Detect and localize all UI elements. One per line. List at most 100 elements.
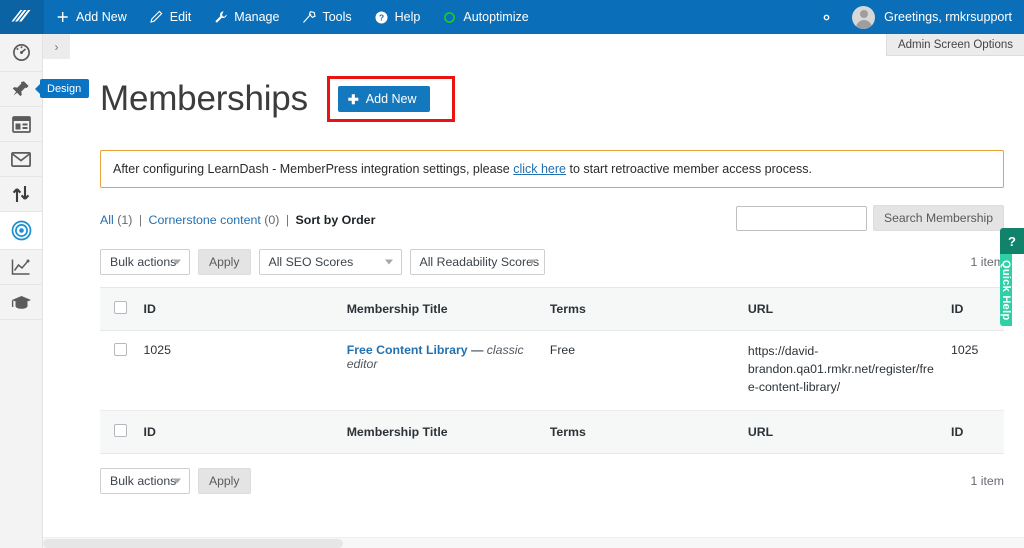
adminbar-item-manage[interactable]: Manage xyxy=(202,0,290,34)
notice-text-after: to start retroactive member access proce… xyxy=(566,162,812,176)
chevron-down-icon xyxy=(527,259,536,265)
cell-url: https://david-brandon.qa01.rmkr.net/regi… xyxy=(739,330,944,412)
apply-button-bottom[interactable]: Apply xyxy=(198,468,251,495)
admin-sidebar-rail xyxy=(0,34,43,548)
add-new-highlight-box: ✚ Add New xyxy=(326,76,455,122)
sidebar-item-updates[interactable] xyxy=(0,177,42,212)
envelope-icon xyxy=(11,151,31,167)
column-header-id-2[interactable]: ID xyxy=(943,287,1004,331)
adminbar-item-tools[interactable]: Tools xyxy=(290,0,362,34)
adminbar-item-help[interactable]: ? Help xyxy=(363,0,432,34)
cell-id: 1025 xyxy=(135,330,339,412)
quick-help-tab[interactable]: ? Quick Help xyxy=(1000,228,1024,326)
column-footer-url[interactable]: URL xyxy=(739,410,944,455)
status-filter-links: All (1) | Cornerstone content (0) | Sort… xyxy=(100,205,375,227)
adminbar-right-group: Greetings, rmkrsupport xyxy=(805,0,1024,34)
seo-scores-select[interactable]: All SEO Scores xyxy=(258,249,402,275)
sidebar-item-courses[interactable] xyxy=(0,285,42,320)
horizontal-scrollbar-thumb[interactable] xyxy=(43,539,343,548)
apply-button-top[interactable]: Apply xyxy=(198,249,251,275)
sidebar-item-mail[interactable] xyxy=(0,142,42,177)
integration-notice: After configuring LearnDash - MemberPres… xyxy=(100,150,1004,188)
pencil-icon xyxy=(149,10,164,25)
column-header-membership-title[interactable]: Membership Title xyxy=(338,287,542,331)
filter-count-all: (1) xyxy=(117,213,133,227)
column-footer-membership-title[interactable]: Membership Title xyxy=(338,410,542,455)
membership-title-link[interactable]: Free Content Library xyxy=(347,343,468,357)
cell-terms: Free xyxy=(541,330,740,412)
design-tooltip: Design xyxy=(34,79,90,98)
avatar xyxy=(852,5,876,29)
admin-screen-options-label: Admin Screen Options xyxy=(897,38,1013,51)
bulk-actions-select-bottom[interactable]: Bulk actions xyxy=(100,468,190,495)
table-row: 1025 Free Content Library — classic edit… xyxy=(100,330,1004,412)
content-wrap: Memberships ✚ Add New After configuring … xyxy=(43,34,1024,495)
sidebar-item-dashboard[interactable] xyxy=(0,34,42,72)
notice-text-before: After configuring LearnDash - MemberPres… xyxy=(113,162,514,176)
notice-click-here-link[interactable]: click here xyxy=(513,162,566,176)
page-header: Memberships ✚ Add New xyxy=(100,34,1004,122)
sidebar-collapse-toggle[interactable]: › xyxy=(43,34,70,59)
column-footer-terms[interactable]: Terms xyxy=(541,410,740,455)
select-all-header xyxy=(100,287,136,331)
adminbar-item-autoptimize[interactable]: Autoptimize xyxy=(431,0,539,34)
filter-link-sort-by-order[interactable]: Sort by Order xyxy=(296,213,376,227)
layout-icon xyxy=(11,115,31,133)
filters-and-search-row: All (1) | Cornerstone content (0) | Sort… xyxy=(100,205,1004,231)
sidebar-item-analytics[interactable] xyxy=(0,250,42,285)
column-footer-id[interactable]: ID xyxy=(135,410,339,455)
search-membership-button[interactable]: Search Membership xyxy=(872,205,1004,231)
chevron-down-icon xyxy=(173,259,181,265)
filter-link-all[interactable]: All xyxy=(100,213,114,227)
adminbar-item-edit[interactable]: Edit xyxy=(138,0,203,34)
main-content: Memberships ✚ Add New After configuring … xyxy=(43,34,1024,548)
column-header-id[interactable]: ID xyxy=(135,287,339,331)
select-all-checkbox-top[interactable] xyxy=(114,301,127,314)
bulk-actions-select-top[interactable]: Bulk actions xyxy=(100,249,190,275)
bulk-actions-select-bottom-label: Bulk actions xyxy=(110,474,177,489)
sidebar-item-pages[interactable] xyxy=(0,107,42,142)
gear-icon[interactable] xyxy=(805,9,848,26)
column-footer-id-2[interactable]: ID xyxy=(943,410,1004,455)
up-down-arrows-icon xyxy=(11,185,31,203)
table-foot: ID Membership Title Terms URL ID xyxy=(100,410,1004,455)
horizontal-scrollbar[interactable] xyxy=(43,537,1024,548)
table-header-row: ID Membership Title Terms URL ID xyxy=(100,287,1004,331)
quick-help-question-icon[interactable]: ? xyxy=(1000,228,1024,254)
table-body: 1025 Free Content Library — classic edit… xyxy=(100,330,1004,412)
column-header-url[interactable]: URL xyxy=(739,287,944,331)
sidebar-item-memberships[interactable] xyxy=(0,212,42,250)
adminbar-item-add-new[interactable]: Add New xyxy=(44,0,138,34)
wordpress-slashes-logo-icon[interactable] xyxy=(0,0,44,34)
chevron-down-icon xyxy=(173,478,181,484)
filter-link-cornerstone[interactable]: Cornerstone content xyxy=(149,213,261,227)
select-all-checkbox-bottom[interactable] xyxy=(114,424,127,438)
adminbar-user-greeting[interactable]: Greetings, rmkrsupport xyxy=(848,5,1024,29)
plus-icon xyxy=(55,10,70,25)
tablenav-top-controls: Bulk actions Apply All SEO Scores All Re… xyxy=(100,249,545,275)
row-select-cell xyxy=(100,330,136,412)
tablenav-top: Bulk actions Apply All SEO Scores All Re… xyxy=(100,249,1004,275)
search-input[interactable] xyxy=(735,205,867,231)
adminbar-item-label: Autoptimize xyxy=(463,10,529,24)
readability-scores-select[interactable]: All Readability Scores xyxy=(409,249,545,275)
column-header-terms[interactable]: Terms xyxy=(541,287,740,331)
question-circle-icon: ? xyxy=(374,10,389,25)
quick-help-label[interactable]: Quick Help xyxy=(1000,254,1012,326)
chevron-right-icon: › xyxy=(54,39,59,54)
seo-scores-select-label: All SEO Scores xyxy=(268,255,354,269)
memberships-table: ID Membership Title Terms URL ID 1025 Fr… xyxy=(100,287,1004,455)
row-checkbox[interactable] xyxy=(114,343,127,356)
admin-screen-options-tab[interactable]: Admin Screen Options xyxy=(885,34,1024,56)
graduation-cap-icon xyxy=(11,294,32,311)
adminbar-item-label: Edit xyxy=(169,10,192,24)
add-new-button-label: Add New xyxy=(365,92,417,106)
item-count-top: 1 item xyxy=(970,255,1005,269)
adminbar-item-label: Tools xyxy=(322,10,352,24)
page-title: Memberships xyxy=(100,79,308,118)
filter-separator: | xyxy=(138,213,143,227)
table-head: ID Membership Title Terms URL ID xyxy=(100,287,1004,331)
add-new-button[interactable]: ✚ Add New xyxy=(337,86,430,112)
search-box: Search Membership xyxy=(735,205,1004,231)
filter-separator: | xyxy=(285,213,290,227)
